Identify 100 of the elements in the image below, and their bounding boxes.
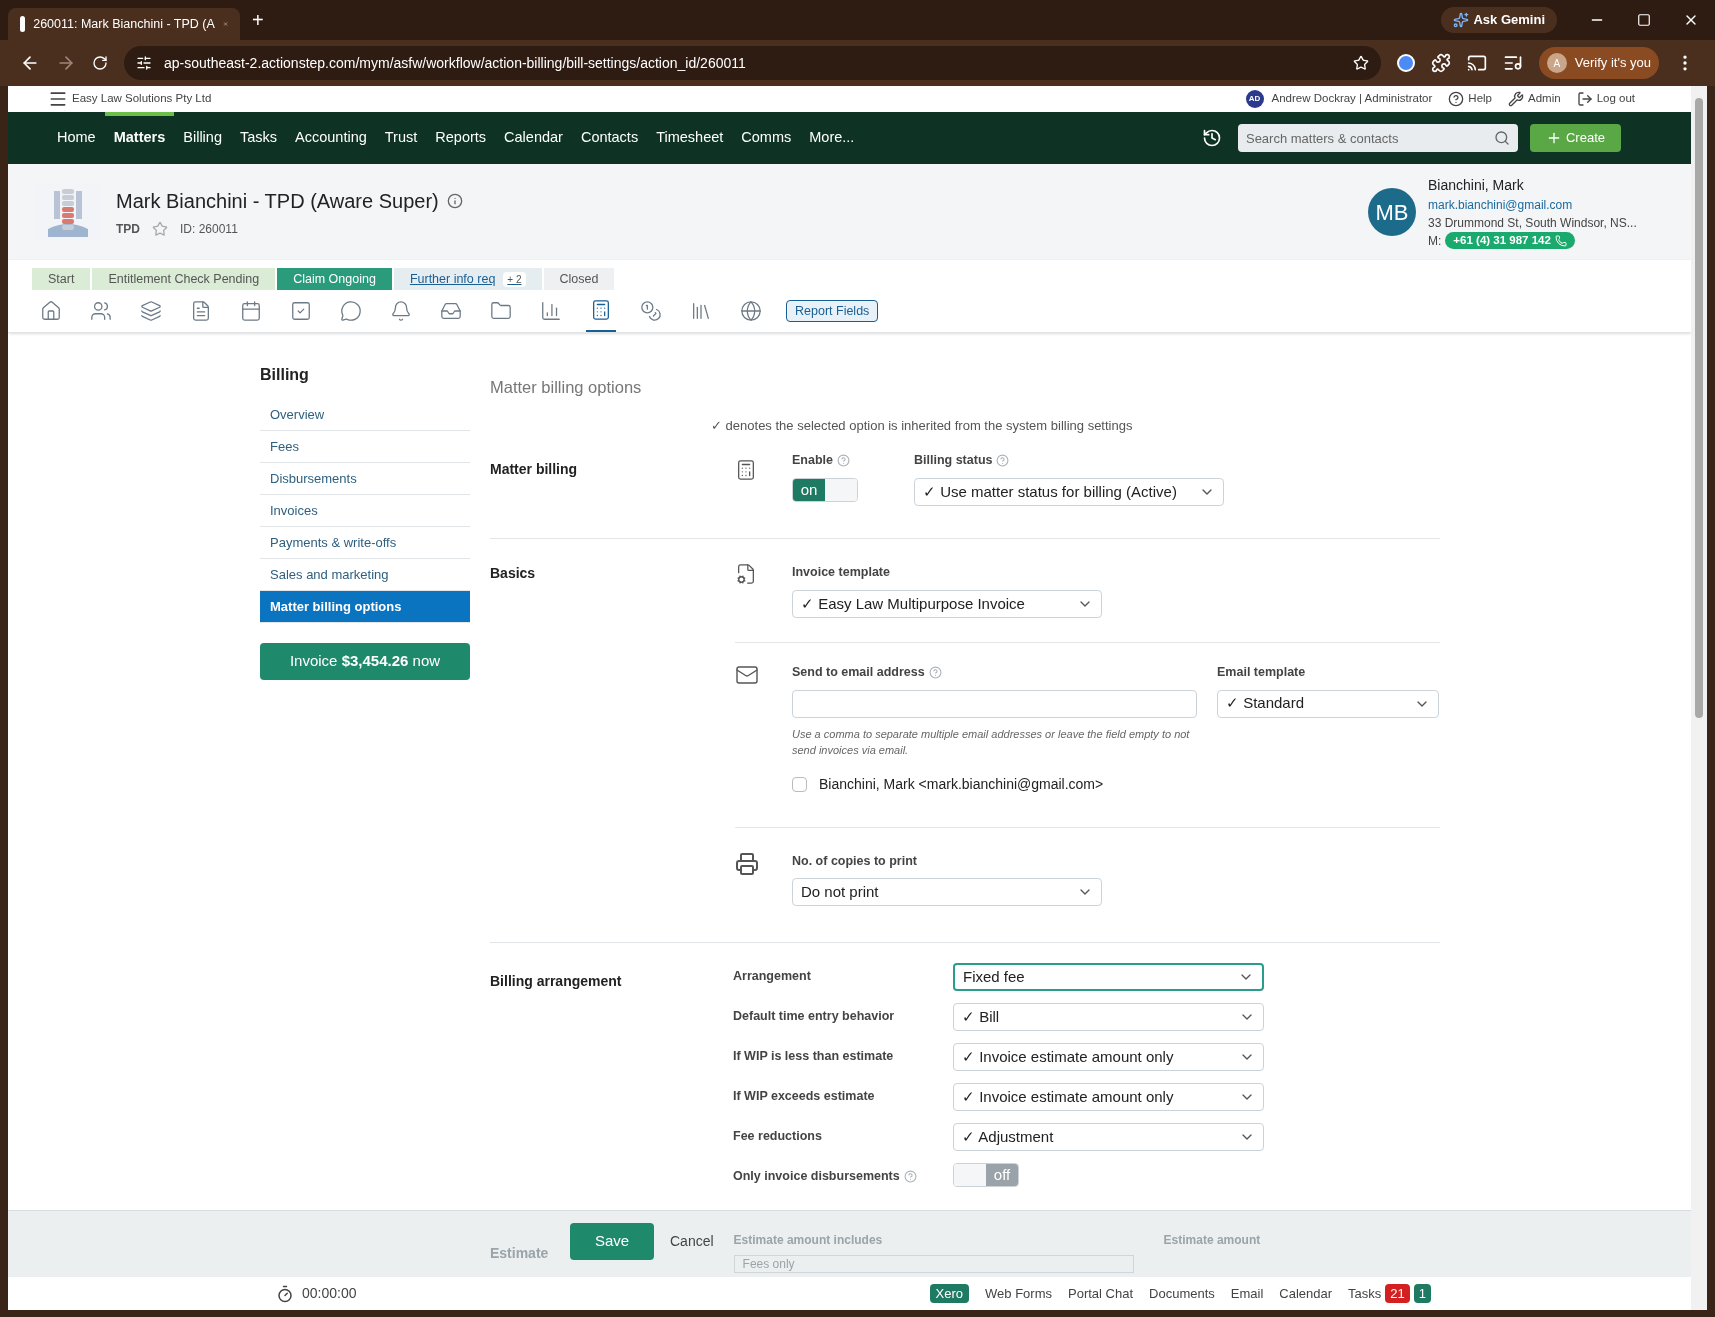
cast-icon[interactable] — [1466, 53, 1487, 73]
sidebar-item[interactable]: Overview — [260, 399, 470, 431]
recipient-label: Bianchini, Mark <mark.bianchini@gmail.com> — [819, 774, 1104, 794]
maximize-icon[interactable] — [1637, 13, 1651, 27]
top-link[interactable]: Admin — [1528, 90, 1561, 108]
user-name[interactable]: Andrew Dockray | Administrator — [1271, 90, 1433, 108]
gemini-button[interactable]: Ask Gemini — [1441, 7, 1557, 33]
address-bar[interactable]: ap-southeast-2.actionstep.com/mym/asfw/workflow/action-billing/bill-settings/action_id/260011 — [124, 46, 1381, 80]
page-title: Matter billing options — [490, 377, 643, 398]
search-icon[interactable] — [1493, 130, 1510, 146]
logout-icon[interactable] — [1576, 91, 1593, 107]
legend-text: ✓ denotes the selected option is inherited from the system billing settings — [711, 416, 1134, 435]
select-field: Fees only — [733, 1255, 1134, 1273]
reload-icon[interactable] — [92, 55, 108, 71]
sidebar-item[interactable]: Matter billing options — [260, 591, 470, 623]
nav-tab[interactable]: Accounting — [286, 112, 376, 164]
wrench-icon[interactable] — [1508, 91, 1524, 107]
invoice-button[interactable]: Invoice $3,454.26 now — [260, 643, 470, 680]
footer-link[interactable]: Web Forms — [985, 1283, 1052, 1304]
browser-tab[interactable]: 260011: Mark Bianchini - TPD (A — [8, 8, 240, 40]
select-field[interactable]: ✓ Invoice estimate amount only — [953, 1043, 1264, 1072]
field-label: Send to email address — [792, 663, 925, 681]
field-label: Email template — [1217, 663, 1307, 681]
stage-step[interactable]: Further info req + 2 — [393, 268, 542, 290]
hint-text: Use a comma to separate multiple email addresses or leave the field empty to not send invoices via email. — [792, 726, 1191, 758]
nav-tab[interactable]: Tasks — [230, 112, 287, 164]
field-label: Estimate amount — [1163, 1232, 1261, 1249]
scrollbar[interactable] — [1691, 86, 1707, 1310]
search-field[interactable]: Search matters & contacts — [1237, 124, 1518, 152]
bookmark-icon[interactable] — [1352, 55, 1369, 71]
email-input-field[interactable] — [792, 689, 1197, 718]
select-field[interactable]: Do not print — [792, 878, 1102, 907]
info-icon[interactable] — [446, 193, 463, 209]
stage-step[interactable]: Entitlement Check Pending — [92, 268, 276, 290]
select-field[interactable]: ✓ Use matter status for billing (Active) — [914, 478, 1224, 506]
nav-tab[interactable]: Home — [48, 112, 105, 164]
select-field[interactable]: ✓ Easy Law Multipurpose Invoice — [792, 589, 1102, 618]
nav-tab[interactable]: Trust — [375, 112, 427, 164]
profile-button[interactable]: A Verify it's you — [1538, 47, 1659, 79]
contact-email[interactable]: mark.bianchini@gmail.com — [1428, 195, 1653, 214]
sidebar-item[interactable]: Fees — [260, 431, 470, 463]
select-field[interactable]: ✓ Standard — [1217, 689, 1439, 718]
field-label: Fee reductions — [733, 1128, 822, 1146]
stage-step[interactable]: Closed — [543, 268, 615, 290]
footer-link[interactable]: Calendar — [1279, 1283, 1333, 1304]
field-label: Invoice template — [792, 564, 891, 581]
select-field[interactable]: Fixed fee — [953, 963, 1264, 992]
select-field[interactable]: ✓ Bill — [953, 1003, 1264, 1032]
nav-tab[interactable]: Calendar — [495, 112, 572, 164]
toggle-switch[interactable]: on — [792, 478, 858, 502]
contact-address: 33 Drummond St, South Windsor, NS... — [1428, 214, 1638, 232]
cancel-button[interactable]: Cancel — [654, 1223, 730, 1260]
field-label: Estimate amount includes — [733, 1232, 884, 1249]
timer-icon[interactable] — [276, 1284, 294, 1303]
star-icon[interactable] — [152, 221, 168, 237]
tasks-link[interactable]: Tasks — [1348, 1283, 1382, 1304]
section-title: Estimate — [490, 1244, 550, 1263]
new-tab-button[interactable]: + — [252, 5, 264, 35]
history-icon[interactable] — [1201, 128, 1222, 148]
mobile-label: M: — [1428, 232, 1442, 250]
sidebar-item[interactable]: Invoices — [260, 495, 470, 527]
sidebar-item[interactable]: Disbursements — [260, 463, 470, 495]
field-label: If WIP is less than estimate — [733, 1048, 894, 1066]
today-badge[interactable]: 1 — [1413, 1283, 1431, 1304]
report-fields-button[interactable]: Report Fields — [786, 300, 879, 322]
sidebar-title: Billing — [260, 365, 310, 385]
checkbox[interactable] — [792, 776, 807, 792]
extensions-icon[interactable] — [1430, 53, 1451, 73]
organisation-name: Easy Law Solutions Pty Ltd — [72, 91, 212, 107]
select-field[interactable]: ✓ Adjustment — [953, 1123, 1264, 1152]
footer-link[interactable]: Documents — [1149, 1283, 1215, 1304]
nav-tab[interactable]: Billing — [174, 112, 231, 164]
field-label: Billing status — [914, 452, 993, 470]
nav-tab[interactable]: Reports — [426, 112, 496, 164]
footer-link[interactable]: Email — [1230, 1283, 1264, 1304]
nav-tab[interactable]: Comms — [732, 112, 801, 164]
xero-badge[interactable]: Xero — [929, 1283, 970, 1304]
media-icon[interactable] — [1502, 53, 1523, 73]
stage-step[interactable]: Start — [32, 268, 91, 290]
section-title: Basics — [490, 564, 537, 583]
nav-tab[interactable]: Contacts — [571, 112, 648, 164]
timer-text: 00:00:00 — [302, 1284, 357, 1303]
matter-id: ID: 260011 — [180, 221, 238, 238]
menu-icon[interactable] — [48, 89, 68, 109]
footer-link[interactable]: Portal Chat — [1068, 1283, 1134, 1304]
field-label: If WIP exceeds estimate — [733, 1088, 875, 1106]
top-link[interactable]: Log out — [1596, 90, 1635, 108]
section-title: Matter billing — [490, 460, 579, 480]
select-field[interactable]: ✓ Invoice estimate amount only — [953, 1083, 1264, 1112]
site-settings-icon[interactable] — [136, 55, 152, 71]
calculator-icon — [735, 459, 757, 482]
save-button[interactable]: Save — [570, 1223, 654, 1260]
overdue-badge[interactable]: 21 — [1385, 1283, 1410, 1304]
contact-name[interactable]: Bianchini, Mark — [1428, 174, 1653, 196]
top-link[interactable]: Help — [1468, 90, 1492, 108]
sidebar-item[interactable]: Payments & write-offs — [260, 527, 470, 559]
nav-tab[interactable]: More... — [800, 112, 864, 164]
help-icon[interactable] — [1448, 91, 1465, 107]
field-label: Only invoice disbursements — [733, 1168, 900, 1186]
nav-tab[interactable]: Timesheet — [647, 112, 733, 164]
